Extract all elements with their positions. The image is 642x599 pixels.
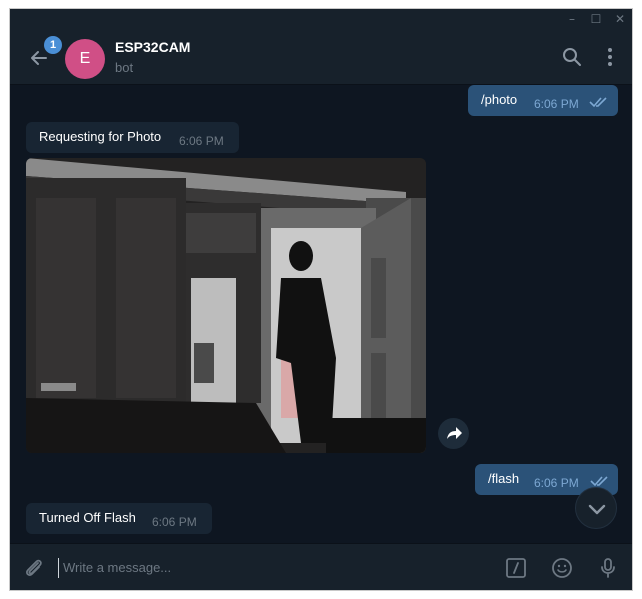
title-bar: – ☐ ✕ <box>10 9 632 29</box>
photo-image <box>26 158 426 453</box>
message-time: 6:06 PM <box>179 134 224 148</box>
message-incoming[interactable]: Turned Off Flash 6:06 PM <box>26 503 212 534</box>
slash-command-icon[interactable] <box>504 556 528 580</box>
unread-badge: 1 <box>44 36 62 54</box>
share-icon <box>447 427 462 439</box>
message-incoming[interactable]: Requesting for Photo 6:06 PM <box>26 122 239 153</box>
microphone-icon[interactable] <box>596 556 620 580</box>
message-text: Turned Off Flash <box>39 510 136 525</box>
chat-header: 1 E ESP32CAM bot <box>10 29 632 85</box>
message-outgoing[interactable]: /photo 6:06 PM <box>468 85 618 116</box>
maximize-button[interactable]: ☐ <box>587 11 605 27</box>
message-text: /flash <box>488 471 520 486</box>
message-composer: Write a message... <box>10 543 632 590</box>
chat-title[interactable]: ESP32CAM <box>115 39 190 55</box>
telegram-window: – ☐ ✕ 1 E ESP32CAM bot /photo 6:06 PM Re… <box>9 8 633 591</box>
search-icon[interactable] <box>561 46 583 68</box>
message-time: 6:06 PM <box>152 515 197 529</box>
double-check-icon <box>590 476 608 487</box>
scroll-down-button[interactable] <box>575 487 617 529</box>
message-time: 6:06 PM <box>534 97 579 111</box>
message-text: Requesting for Photo <box>39 129 162 144</box>
emoji-icon[interactable] <box>550 556 574 580</box>
message-input[interactable]: Write a message... <box>58 558 478 578</box>
photo-message[interactable] <box>26 158 426 453</box>
close-button[interactable]: ✕ <box>611 11 629 27</box>
paperclip-icon[interactable] <box>22 556 46 580</box>
avatar[interactable]: E <box>65 39 105 79</box>
minimize-button[interactable]: – <box>563 11 581 27</box>
double-check-icon <box>589 97 607 108</box>
message-text: /photo <box>481 92 518 107</box>
chevron-down-icon <box>588 504 606 515</box>
chat-status: bot <box>115 60 134 75</box>
more-vertical-icon[interactable] <box>599 46 621 68</box>
share-button[interactable] <box>438 418 469 449</box>
message-time: 6:06 PM <box>534 476 579 490</box>
